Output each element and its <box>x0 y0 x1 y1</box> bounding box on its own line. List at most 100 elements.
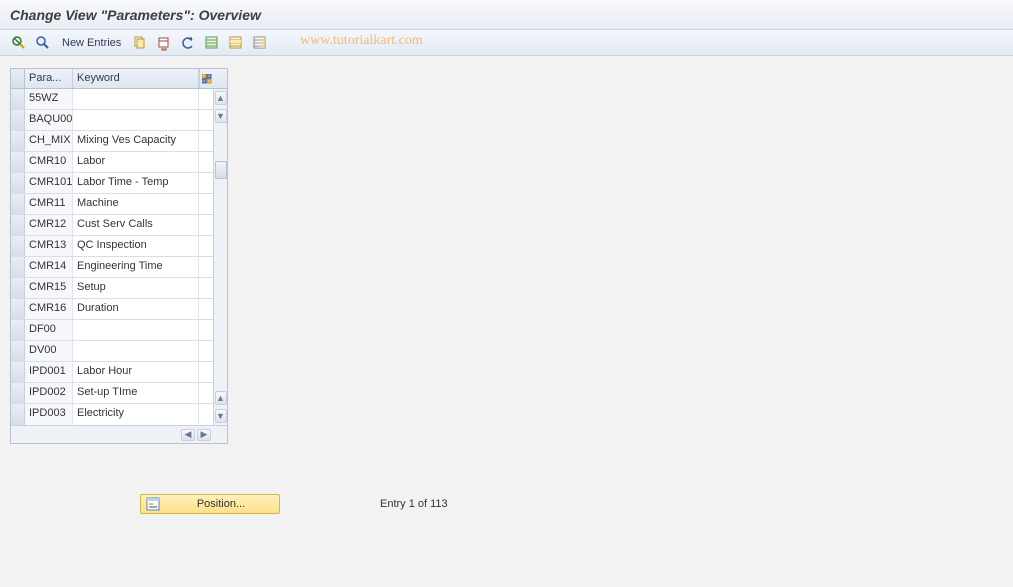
cell-param[interactable]: IPD003 <box>25 404 73 425</box>
cell-keyword[interactable]: Labor Hour <box>73 362 199 382</box>
cell-keyword[interactable]: Labor <box>73 152 199 172</box>
table-row[interactable]: CMR16 Duration <box>11 299 227 320</box>
row-selector[interactable] <box>11 278 25 298</box>
cell-keyword[interactable]: Setup <box>73 278 199 298</box>
page-title: Change View "Parameters": Overview <box>10 7 261 23</box>
row-selector[interactable] <box>11 257 25 277</box>
cell-param[interactable]: BAQU00 <box>25 110 73 130</box>
cell-keyword[interactable] <box>73 110 199 130</box>
table-body: 55WZ BAQU00 CH_MIX Mixing Ves Capacity C… <box>11 89 227 425</box>
cell-param[interactable]: CMR14 <box>25 257 73 277</box>
cell-keyword[interactable]: Engineering Time <box>73 257 199 277</box>
cell-param[interactable]: CMR15 <box>25 278 73 298</box>
column-header-param[interactable]: Para... <box>25 69 73 88</box>
cell-param[interactable]: CH_MIX <box>25 131 73 151</box>
entry-status-text: Entry 1 of 113 <box>380 498 448 510</box>
delete-icon[interactable] <box>155 34 173 52</box>
table-row[interactable]: BAQU00 <box>11 110 227 131</box>
cell-keyword[interactable]: Mixing Ves Capacity <box>73 131 199 151</box>
application-toolbar: New Entries www.tutorialkart.com <box>0 30 1013 56</box>
cell-param[interactable]: CMR12 <box>25 215 73 235</box>
row-selector-header[interactable] <box>11 69 25 88</box>
row-selector[interactable] <box>11 362 25 382</box>
table-row[interactable]: DV00 <box>11 341 227 362</box>
cell-keyword[interactable]: Machine <box>73 194 199 214</box>
position-button[interactable]: Position... <box>140 494 280 514</box>
cell-param[interactable]: IPD002 <box>25 383 73 403</box>
table-row[interactable]: CMR11 Machine <box>11 194 227 215</box>
cell-param[interactable]: DF00 <box>25 320 73 340</box>
table-settings-icon[interactable] <box>199 69 213 88</box>
scroll-right-arrow-icon[interactable]: ▶ <box>197 429 211 441</box>
cell-keyword[interactable]: Cust Serv Calls <box>73 215 199 235</box>
scroll-left-arrow-icon[interactable]: ◀ <box>181 429 195 441</box>
undo-icon[interactable] <box>179 34 197 52</box>
table-row[interactable]: 55WZ <box>11 89 227 110</box>
find-icon[interactable] <box>34 34 52 52</box>
table-header-row: Para... Keyword <box>11 69 227 89</box>
row-selector[interactable] <box>11 341 25 361</box>
row-selector[interactable] <box>11 215 25 235</box>
cell-keyword[interactable] <box>73 341 199 361</box>
cell-param[interactable]: IPD001 <box>25 362 73 382</box>
row-selector[interactable] <box>11 404 25 425</box>
cell-param[interactable]: CMR10 <box>25 152 73 172</box>
cell-keyword[interactable]: Labor Time - Temp <box>73 173 199 193</box>
table-row[interactable]: CH_MIX Mixing Ves Capacity <box>11 131 227 152</box>
table-row[interactable]: IPD002 Set-up TIme <box>11 383 227 404</box>
cell-param[interactable]: CMR13 <box>25 236 73 256</box>
row-selector[interactable] <box>11 131 25 151</box>
row-selector[interactable] <box>11 89 25 109</box>
copy-as-icon[interactable] <box>131 34 149 52</box>
table-row[interactable]: IPD003 Electricity <box>11 404 227 425</box>
row-selector[interactable] <box>11 299 25 319</box>
footer-row: Position... Entry 1 of 113 <box>140 494 448 514</box>
scroll-up-step-arrow-icon[interactable]: ▼ <box>215 109 227 123</box>
select-block-icon[interactable] <box>227 34 245 52</box>
cell-keyword[interactable]: QC Inspection <box>73 236 199 256</box>
scroll-down-step-arrow-icon[interactable]: ▲ <box>215 391 227 405</box>
row-selector[interactable] <box>11 152 25 172</box>
table-row[interactable]: CMR10 Labor <box>11 152 227 173</box>
parameters-table: Para... Keyword 55WZ BAQU00 CH_MIX Mixin… <box>10 68 228 444</box>
table-row[interactable]: CMR13 QC Inspection <box>11 236 227 257</box>
cell-param[interactable]: CMR16 <box>25 299 73 319</box>
table-row[interactable]: CMR101 Labor Time - Temp <box>11 173 227 194</box>
content-area: Para... Keyword 55WZ BAQU00 CH_MIX Mixin… <box>0 56 1013 587</box>
toggle-view-icon[interactable] <box>10 34 28 52</box>
row-selector[interactable] <box>11 383 25 403</box>
table-row[interactable]: CMR14 Engineering Time <box>11 257 227 278</box>
cell-keyword[interactable]: Set-up TIme <box>73 383 199 403</box>
cell-keyword[interactable]: Electricity <box>73 404 199 425</box>
cell-keyword[interactable]: Duration <box>73 299 199 319</box>
cell-keyword[interactable] <box>73 320 199 340</box>
scroll-up-arrow-icon[interactable]: ▲ <box>215 91 227 105</box>
cell-param[interactable]: DV00 <box>25 341 73 361</box>
cell-param[interactable]: 55WZ <box>25 89 73 109</box>
row-selector[interactable] <box>11 173 25 193</box>
watermark-text: www.tutorialkart.com <box>300 33 423 49</box>
select-all-icon[interactable] <box>203 34 221 52</box>
horizontal-scrollbar[interactable]: ◀ ▶ <box>11 425 227 443</box>
cell-param[interactable]: CMR11 <box>25 194 73 214</box>
title-bar: Change View "Parameters": Overview <box>0 0 1013 30</box>
position-button-label: Position... <box>167 498 275 510</box>
row-selector[interactable] <box>11 236 25 256</box>
table-row[interactable]: CMR15 Setup <box>11 278 227 299</box>
vertical-scrollbar[interactable]: ▲ ▼ ▲ ▼ <box>213 89 227 425</box>
scroll-down-arrow-icon[interactable]: ▼ <box>215 409 227 423</box>
row-selector[interactable] <box>11 320 25 340</box>
position-icon <box>145 497 161 511</box>
scrollbar-track[interactable] <box>215 123 227 387</box>
row-selector[interactable] <box>11 194 25 214</box>
cell-param[interactable]: CMR101 <box>25 173 73 193</box>
table-row[interactable]: IPD001 Labor Hour <box>11 362 227 383</box>
deselect-all-icon[interactable] <box>251 34 269 52</box>
scrollbar-thumb[interactable] <box>215 161 227 179</box>
cell-keyword[interactable] <box>73 89 199 109</box>
column-header-keyword[interactable]: Keyword <box>73 69 199 88</box>
table-row[interactable]: DF00 <box>11 320 227 341</box>
table-row[interactable]: CMR12 Cust Serv Calls <box>11 215 227 236</box>
new-entries-button[interactable]: New Entries <box>58 37 125 49</box>
row-selector[interactable] <box>11 110 25 130</box>
